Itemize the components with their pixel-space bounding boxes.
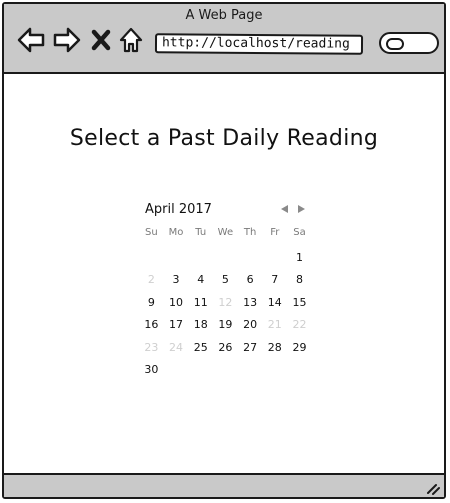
- calendar-day[interactable]: 16: [139, 314, 164, 337]
- calendar-day-disabled: 22: [292, 318, 307, 331]
- date-picker: April 2017 Su Mo Tu We Th Fr Sa 1 2 3 4 5 6 7 8 9 10 11 12…: [139, 202, 319, 382]
- weekday-header: We: [217, 227, 234, 238]
- calendar-day[interactable]: 20: [238, 314, 263, 337]
- home-icon[interactable]: [118, 26, 144, 54]
- address-bar[interactable]: http://localhost/reading: [154, 33, 364, 55]
- calendar-day-disabled: 23: [144, 340, 159, 354]
- calendar-empty-cell: [238, 247, 263, 270]
- calendar-day[interactable]: 10: [164, 292, 189, 315]
- calendar-empty-cell: [139, 247, 164, 270]
- calendar-day[interactable]: 6: [238, 269, 263, 292]
- calendar-day-disabled: 12: [218, 295, 233, 309]
- calendar-day[interactable]: 30: [139, 359, 164, 382]
- calendar-empty-cell: [287, 359, 312, 382]
- weekday-header: Fr: [270, 227, 280, 238]
- calendar-day[interactable]: 13: [238, 292, 263, 315]
- calendar-day-disabled: 24: [169, 340, 184, 354]
- page-title: Select a Past Daily Reading: [69, 126, 379, 151]
- calendar-day[interactable]: 14: [262, 292, 287, 315]
- calendar-day[interactable]: 27: [238, 337, 263, 360]
- calendar-day[interactable]: 17: [164, 314, 189, 337]
- resize-grip-icon[interactable]: [424, 479, 440, 495]
- calendar-empty-cell: [213, 359, 238, 382]
- calendar-day[interactable]: 3: [164, 269, 189, 292]
- close-x-icon[interactable]: [90, 26, 112, 54]
- calendar-day[interactable]: 9: [139, 292, 164, 315]
- calendar-day[interactable]: 26: [213, 337, 238, 360]
- calendar-day[interactable]: 19: [213, 314, 238, 337]
- calendar-day[interactable]: 11: [188, 292, 213, 315]
- search-field[interactable]: [379, 32, 439, 54]
- calendar-month-label: April 2017: [145, 202, 212, 217]
- weekday-header: Tu: [195, 227, 207, 238]
- page-content: Select a Past Daily Reading April 2017 S…: [4, 74, 444, 477]
- next-triangle-icon[interactable]: [298, 205, 305, 213]
- calendar-day[interactable]: 1: [287, 247, 312, 270]
- weekday-header: Su: [145, 227, 158, 238]
- window-title: A Web Page: [185, 8, 263, 23]
- calendar-day[interactable]: 28: [262, 337, 287, 360]
- calendar-empty-cell: [238, 359, 263, 382]
- weekday-header: Mo: [168, 227, 184, 238]
- back-arrow-icon[interactable]: [16, 26, 46, 54]
- calendar-day[interactable]: 29: [287, 337, 312, 360]
- calendar-day[interactable]: 4: [188, 269, 213, 292]
- browser-toolbar: A Web Page http://localhost/reading: [4, 4, 444, 74]
- calendar-empty-cell: [213, 247, 238, 270]
- browser-window: A Web Page http://localhost/reading Sele…: [2, 2, 446, 499]
- search-icon: [386, 38, 404, 50]
- weekday-header: Th: [243, 227, 257, 238]
- calendar-empty-cell: [188, 359, 213, 382]
- calendar-day[interactable]: 18: [188, 314, 213, 337]
- calendar-day[interactable]: 7: [262, 269, 287, 292]
- prev-triangle-icon[interactable]: [281, 205, 288, 213]
- calendar-header: April 2017: [139, 202, 319, 222]
- calendar-day[interactable]: 8: [287, 269, 312, 292]
- calendar-empty-cell: [188, 247, 213, 270]
- calendar-grid: Su Mo Tu We Th Fr Sa 1 2 3 4 5 6 7 8 9 10 11 12 13 14 15 16 17 1…: [139, 224, 319, 382]
- calendar-empty-cell: [164, 359, 189, 382]
- status-bar: [4, 473, 444, 497]
- calendar-day[interactable]: 25: [188, 337, 213, 360]
- calendar-day-disabled: 2: [147, 273, 155, 286]
- forward-arrow-icon[interactable]: [52, 26, 82, 54]
- calendar-empty-cell: [262, 247, 287, 270]
- calendar-day[interactable]: 15: [287, 292, 312, 315]
- calendar-empty-cell: [164, 247, 189, 270]
- calendar-empty-cell: [262, 359, 287, 382]
- calendar-day-disabled: 21: [267, 318, 282, 331]
- weekday-header: Sa: [293, 227, 306, 238]
- calendar-day[interactable]: 5: [213, 269, 238, 292]
